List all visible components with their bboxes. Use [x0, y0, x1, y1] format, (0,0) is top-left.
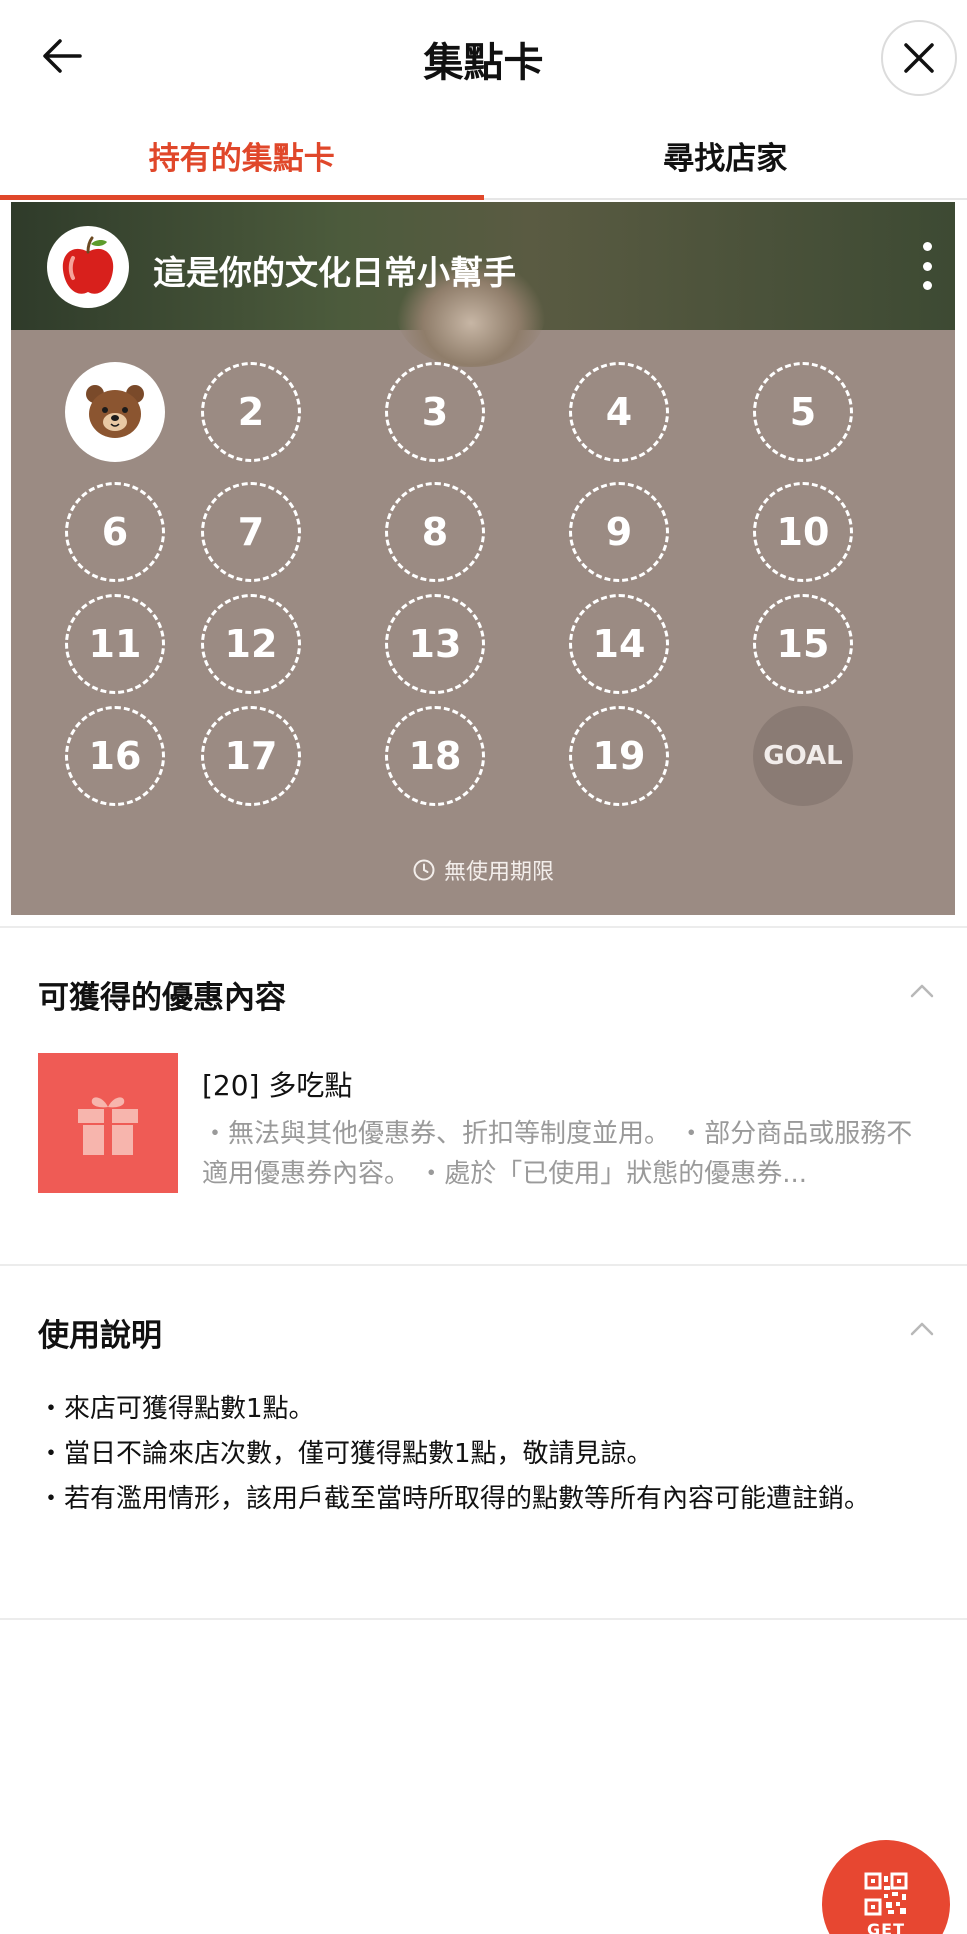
stamp-slot: 12: [201, 594, 301, 694]
usage-line: ・當日不論來店次數，僅可獲得點數1點，敬請見諒。: [38, 1439, 653, 1469]
more-options-button[interactable]: [917, 242, 937, 290]
divider: [0, 1618, 967, 1620]
usage-list: ・來店可獲得點數1點。 ・當日不論來店次數，僅可獲得點數1點，敬請見諒。 ・若有…: [38, 1387, 918, 1522]
benefit-title[interactable]: [20] 多吃點: [202, 1064, 352, 1104]
more-dot: [922, 242, 932, 251]
benefit-thumbnail[interactable]: [38, 1053, 178, 1193]
get-label: GET: [867, 1920, 905, 1934]
close-icon: [904, 43, 934, 73]
stamp-goal: GOAL: [753, 706, 853, 806]
clock-icon: [413, 859, 435, 881]
tab-find-stores[interactable]: 尋找店家: [484, 112, 967, 198]
tab-bar: 持有的集點卡 尋找店家: [0, 112, 967, 200]
stamp-slot: 18: [385, 706, 485, 806]
store-avatar: [47, 226, 129, 308]
header: 集點卡: [0, 0, 967, 112]
stamp-slot: 3: [385, 362, 485, 462]
stamp-slot: 9: [569, 482, 669, 582]
stamp-slot: 14: [569, 594, 669, 694]
stamp-slot: 2: [201, 362, 301, 462]
validity-row: 無使用期限: [11, 854, 955, 886]
usage-line: ・來店可獲得點數1點。: [38, 1394, 315, 1424]
stamp-slot: 17: [201, 706, 301, 806]
tab-owned-cards[interactable]: 持有的集點卡: [0, 112, 484, 200]
bear-stamp-icon: [86, 385, 144, 438]
more-dot: [922, 281, 932, 290]
page-title: 集點卡: [423, 40, 544, 86]
close-button[interactable]: [881, 20, 957, 96]
validity-text: 無使用期限: [443, 860, 554, 885]
benefits-title: 可獲得的優惠內容: [38, 980, 286, 1016]
usage-title: 使用說明: [38, 1318, 162, 1354]
stamp-slot: 4: [569, 362, 669, 462]
divider: [0, 926, 967, 928]
divider: [0, 1264, 967, 1266]
stamp-slot: 8: [385, 482, 485, 582]
stamp-slot: 5: [753, 362, 853, 462]
stamp-collected: [65, 362, 165, 462]
apple-icon: [62, 236, 114, 294]
chevron-up-icon[interactable]: [907, 1314, 937, 1344]
chevron-up-icon[interactable]: [907, 976, 937, 1006]
benefit-description: ・無法與其他優惠券、折扣等制度並用。 ・部分商品或服務不適用優惠券內容。 ・處於…: [202, 1119, 913, 1189]
qr-code-icon: [864, 1872, 908, 1916]
stamp-slot: 16: [65, 706, 165, 806]
stamp-slot: 10: [753, 482, 853, 582]
stamp-slot: 6: [65, 482, 165, 582]
stamp-slot: 13: [385, 594, 485, 694]
card-title: 這是你的文化日常小幫手: [153, 253, 516, 292]
stamp-card: 這是你的文化日常小幫手 2 3 4 5 6 7 8 9 10 11 12 13 …: [11, 202, 955, 915]
more-dot: [922, 261, 932, 271]
stamp-slot: 15: [753, 594, 853, 694]
stamp-slot: 19: [569, 706, 669, 806]
usage-line: ・若有濫用情形，該用戶截至當時所取得的點數等所有內容可能遭註銷。: [38, 1484, 871, 1514]
gift-icon: [78, 1097, 138, 1155]
get-stamp-button[interactable]: GET: [822, 1840, 950, 1934]
stamp-slot: 11: [65, 594, 165, 694]
stamp-slot: 7: [201, 482, 301, 582]
